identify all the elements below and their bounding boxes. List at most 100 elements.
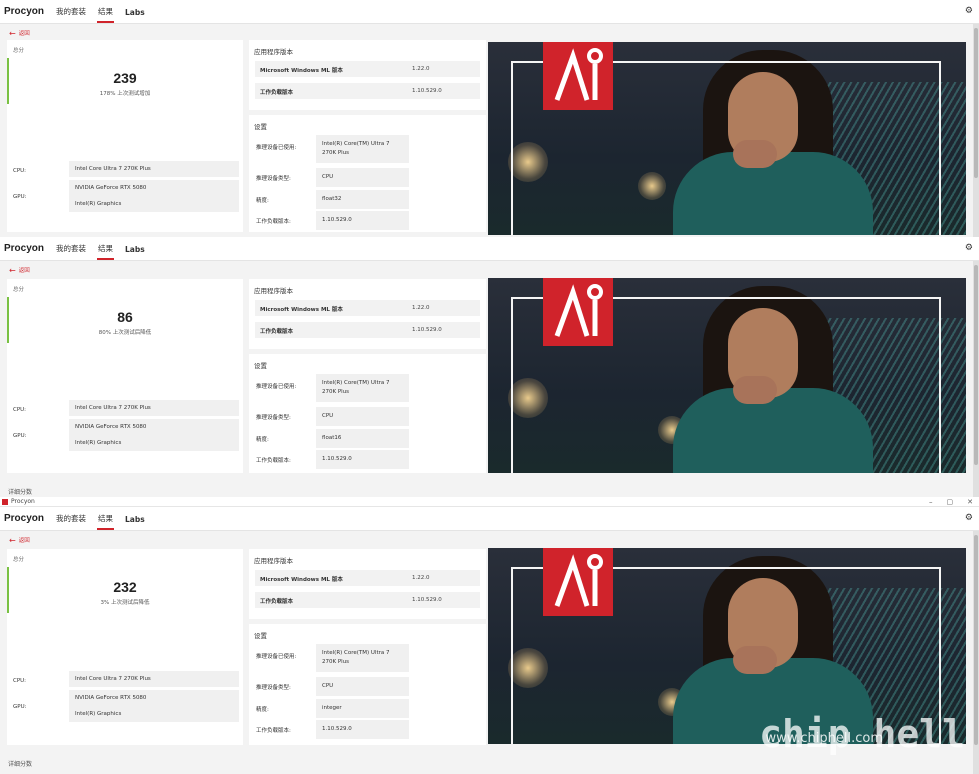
hero-image bbox=[488, 42, 966, 235]
top-nav: Procyon 我的套装 结果 Labs ⚙ bbox=[0, 507, 979, 531]
version-card-title: 应用程序版本 bbox=[254, 287, 293, 295]
tab-my-suites[interactable]: 我的套装 bbox=[56, 513, 86, 530]
tab-results[interactable]: 结果 bbox=[97, 6, 115, 23]
settings-card: 设置 推理设备已使用: Intel(R) Core(TM) Ultra 7 27… bbox=[249, 354, 486, 473]
winml-version-key: Microsoft Windows ML 版本 bbox=[260, 577, 343, 583]
cpu-value: Intel Core Ultra 7 270K Plus bbox=[69, 671, 239, 687]
precision-key: 精度: bbox=[256, 707, 269, 713]
workload-version-setting-key: 工作负载版本: bbox=[256, 458, 291, 464]
gear-icon[interactable]: ⚙ bbox=[965, 513, 973, 523]
gpu-value-1: NVIDIA GeForce RTX 5080 bbox=[75, 695, 147, 701]
arrow-left-icon: ← bbox=[9, 535, 16, 545]
minimize-icon[interactable]: – bbox=[929, 497, 933, 507]
device-used-value: Intel(R) Core(TM) Ultra 7 270K Plus bbox=[316, 644, 409, 672]
precision-value: float32 bbox=[316, 190, 409, 209]
workload-version-setting-key: 工作负载版本: bbox=[256, 219, 291, 225]
gpu-value-2: Intel(R) Graphics bbox=[75, 440, 122, 446]
device-type-value: CPU bbox=[316, 407, 409, 426]
version-card: 应用程序版本 Microsoft Windows ML 版本 1.22.0 工作… bbox=[249, 549, 486, 619]
gpu-value-1: NVIDIA GeForce RTX 5080 bbox=[75, 424, 147, 430]
back-link[interactable]: ← 返回 bbox=[0, 531, 979, 549]
gpu-value-2: Intel(R) Graphics bbox=[75, 711, 122, 717]
version-card-title: 应用程序版本 bbox=[254, 48, 293, 56]
tab-my-suites[interactable]: 我的套装 bbox=[56, 243, 86, 260]
back-link[interactable]: ← 返回 bbox=[0, 261, 979, 279]
workload-version-row: 工作负载版本 1.10.529.0 bbox=[255, 83, 480, 99]
gear-icon[interactable]: ⚙ bbox=[965, 6, 973, 16]
gpu-label: GPU: bbox=[13, 194, 27, 200]
arrow-left-icon: ← bbox=[9, 265, 16, 275]
ai-logo-icon bbox=[543, 278, 613, 346]
screenshot-stack: Procyon 我的套装 结果 Labs ⚙ ← 返回 总分 239 178% 上… bbox=[0, 0, 979, 774]
cpu-label: CPU: bbox=[13, 168, 27, 174]
precision-value: integer bbox=[316, 699, 409, 718]
tab-results[interactable]: 结果 bbox=[97, 243, 115, 260]
tab-results[interactable]: 结果 bbox=[97, 513, 115, 530]
winml-version-row: Microsoft Windows ML 版本 1.22.0 bbox=[255, 61, 480, 77]
device-used-value: Intel(R) Core(TM) Ultra 7 270K Plus bbox=[316, 374, 409, 402]
cpu-value: Intel Core Ultra 7 270K Plus bbox=[69, 161, 239, 177]
arrow-left-icon: ← bbox=[9, 28, 16, 38]
score-label: 总分 bbox=[13, 48, 25, 54]
settings-card-title: 设置 bbox=[254, 632, 267, 640]
cpu-label: CPU: bbox=[13, 678, 27, 684]
app-brand: Procyon bbox=[4, 6, 45, 17]
close-icon[interactable]: ✕ bbox=[967, 497, 973, 507]
detail-scores-label[interactable]: 详细分数 bbox=[8, 487, 32, 496]
device-used-key: 推理设备已使用: bbox=[256, 384, 297, 390]
workload-version-value: 1.10.529.0 bbox=[412, 88, 442, 94]
precision-value: float16 bbox=[316, 429, 409, 448]
gpu-label: GPU: bbox=[13, 704, 27, 710]
ai-logo-icon bbox=[543, 548, 613, 616]
back-label: 返回 bbox=[18, 31, 30, 37]
scrollbar[interactable] bbox=[973, 24, 979, 237]
gear-icon[interactable]: ⚙ bbox=[965, 243, 973, 253]
window-titlebar: Procyon – ▢ ✕ bbox=[0, 497, 979, 507]
app-brand: Procyon bbox=[4, 243, 45, 254]
back-label: 返回 bbox=[18, 268, 30, 274]
version-card: 应用程序版本 Microsoft Windows ML 版本 1.22.0 工作… bbox=[249, 279, 486, 349]
gpu-value: NVIDIA GeForce RTX 5080 Intel(R) Graphic… bbox=[69, 690, 239, 722]
hero-image bbox=[488, 278, 966, 473]
workload-version-setting-key: 工作负载版本: bbox=[256, 728, 291, 734]
device-type-key: 推理设备类型: bbox=[256, 176, 291, 182]
window-title: Procyon bbox=[11, 498, 35, 505]
device-used-key: 推理设备已使用: bbox=[256, 654, 297, 660]
score-delta: 3% 上次测试后降低 bbox=[100, 600, 150, 606]
scrollbar[interactable] bbox=[973, 261, 979, 497]
gpu-value: NVIDIA GeForce RTX 5080 Intel(R) Graphic… bbox=[69, 180, 239, 212]
tab-labs[interactable]: Labs bbox=[125, 245, 145, 260]
score-card: 总分 239 178% 上次测试增加 CPU: Intel Core Ultra… bbox=[7, 40, 243, 232]
winml-version-value: 1.22.0 bbox=[412, 66, 430, 72]
workload-version-value: 1.10.529.0 bbox=[412, 327, 442, 333]
score-card: 总分 232 3% 上次测试后降低 CPU: Intel Core Ultra … bbox=[7, 549, 243, 745]
cpu-value: Intel Core Ultra 7 270K Plus bbox=[69, 400, 239, 416]
cpu-label: CPU: bbox=[13, 407, 27, 413]
device-used-key: 推理设备已使用: bbox=[256, 145, 297, 151]
version-card-title: 应用程序版本 bbox=[254, 557, 293, 565]
window-controls: – ▢ ✕ bbox=[929, 497, 973, 507]
scrollbar[interactable] bbox=[973, 531, 979, 774]
detail-scores-label[interactable]: 详细分数 bbox=[8, 759, 32, 768]
workload-version-setting-value: 1.10.529.0 bbox=[316, 450, 409, 469]
settings-card-title: 设置 bbox=[254, 123, 267, 131]
score-label: 总分 bbox=[13, 287, 25, 293]
score-value: 232 bbox=[113, 579, 137, 595]
winml-version-key: Microsoft Windows ML 版本 bbox=[260, 68, 343, 74]
gpu-value-2: Intel(R) Graphics bbox=[75, 201, 122, 207]
workload-version-setting-value: 1.10.529.0 bbox=[316, 211, 409, 230]
workload-version-value: 1.10.529.0 bbox=[412, 597, 442, 603]
device-used-value: Intel(R) Core(TM) Ultra 7 270K Plus bbox=[316, 135, 409, 163]
winml-version-row: Microsoft Windows ML 版本 1.22.0 bbox=[255, 570, 480, 586]
device-type-value: CPU bbox=[316, 677, 409, 696]
winml-version-key: Microsoft Windows ML 版本 bbox=[260, 307, 343, 313]
device-type-value: CPU bbox=[316, 168, 409, 187]
maximize-icon[interactable]: ▢ bbox=[947, 497, 954, 507]
tab-labs[interactable]: Labs bbox=[125, 515, 145, 530]
workload-version-row: 工作负载版本 1.10.529.0 bbox=[255, 322, 480, 338]
workload-version-key: 工作负载版本 bbox=[260, 329, 294, 335]
workload-version-row: 工作负载版本 1.10.529.0 bbox=[255, 592, 480, 608]
tab-labs[interactable]: Labs bbox=[125, 8, 145, 23]
chiphell-watermark-url: www.chiphell.com bbox=[765, 731, 883, 746]
tab-my-suites[interactable]: 我的套装 bbox=[56, 6, 86, 23]
